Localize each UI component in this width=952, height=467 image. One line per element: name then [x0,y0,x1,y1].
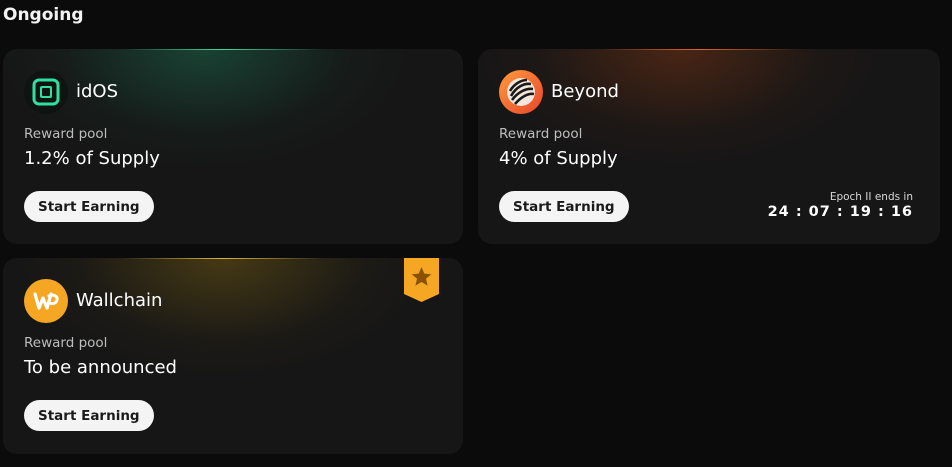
start-earning-button[interactable]: Start Earning [24,191,154,222]
epoch-label: Epoch II ends in [829,191,913,203]
project-card-idos[interactable]: idOS Reward pool 1.2% of Supply Start Ea… [3,49,463,244]
reward-pool-label: Reward pool [24,126,108,142]
start-earning-button[interactable]: Start Earning [499,191,629,222]
star-bookmark-icon [404,258,439,302]
card-top-glow [123,258,323,259]
reward-pool-label: Reward pool [24,335,108,351]
beyond-logo-icon [499,70,543,114]
card-top-glow [598,49,798,50]
reward-pool-value: 1.2% of Supply [24,148,160,169]
idos-logo-icon [24,70,68,114]
card-top-glow [123,49,323,50]
reward-pool-value: 4% of Supply [499,148,618,169]
project-card-beyond[interactable]: Beyond Reward pool 4% of Supply Start Ea… [478,49,940,244]
epoch-timer: 24 : 07 : 19 : 16 [767,204,913,220]
epoch-countdown: Epoch II ends in 24 : 07 : 19 : 16 [768,191,913,220]
start-earning-button[interactable]: Start Earning [24,400,154,431]
wallchain-logo-icon [24,279,68,323]
reward-pool-value: To be announced [24,357,177,378]
project-name: idOS [76,81,119,102]
project-name: Wallchain [76,290,163,311]
reward-pool-label: Reward pool [499,126,583,142]
project-name: Beyond [551,81,619,102]
project-card-wallchain[interactable]: Wallchain Reward pool To be announced St… [3,258,463,454]
section-title: Ongoing [3,5,84,25]
